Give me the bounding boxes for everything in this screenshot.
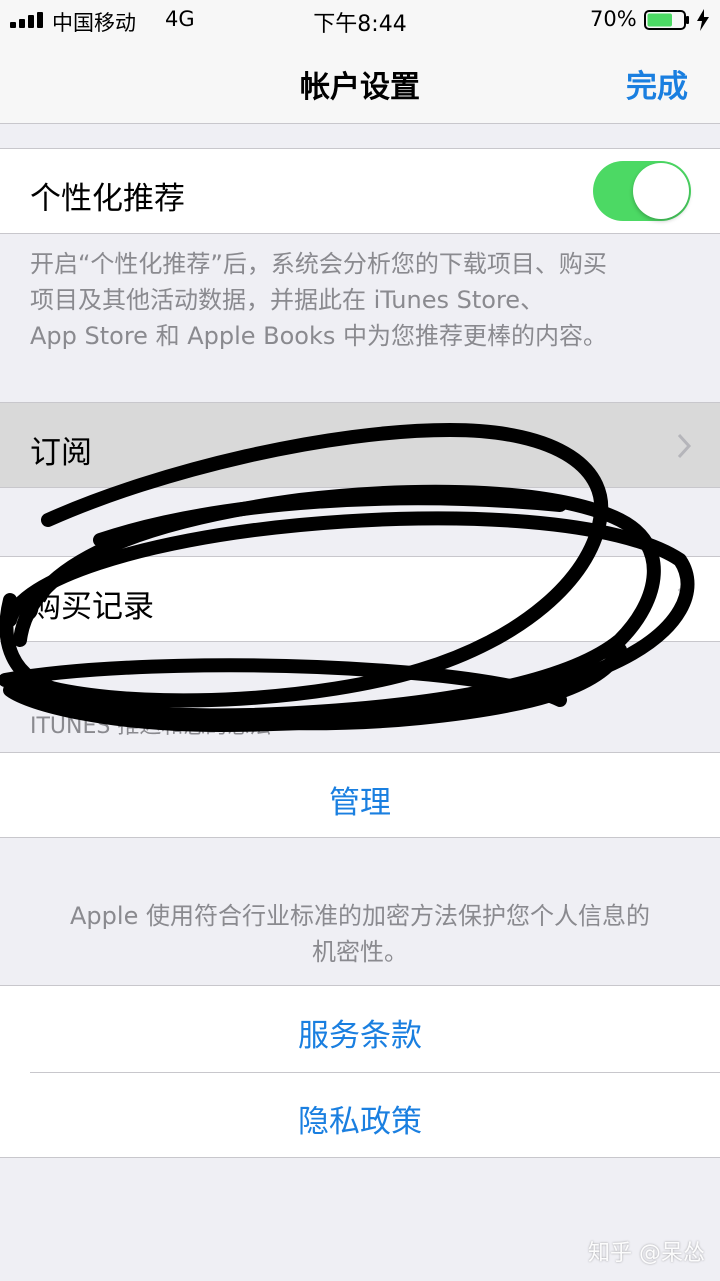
page-title: 帐户设置 xyxy=(300,70,420,105)
divider xyxy=(30,1072,720,1073)
toggle-knob xyxy=(633,163,689,219)
personalized-recommendations-toggle[interactable] xyxy=(593,161,691,221)
privacy-policy-link[interactable]: 隐私政策 xyxy=(0,1096,720,1141)
battery-percent: 70% xyxy=(590,7,637,31)
subscriptions-label: 订阅 xyxy=(30,435,92,471)
watermark: 知乎 @呆怂 xyxy=(588,1241,705,1266)
status-bar: 中国移动 4G 下午8:44 70% xyxy=(0,0,720,40)
navigation-bar: 帐户设置 完成 xyxy=(0,40,720,124)
manage-row[interactable]: 管理 xyxy=(0,752,720,838)
chevron-right-icon xyxy=(677,433,692,459)
note-line: 机密性。 xyxy=(312,938,408,966)
note-line: Apple 使用符合行业标准的加密方法保护您个人信息的 xyxy=(70,902,650,930)
personalized-footnote: 开启“个性化推荐”后，系统会分析您的下载项目、购买 项目及其他活动数据，并据此在… xyxy=(30,246,695,354)
chevron-right-icon xyxy=(677,587,692,613)
purchase-history-label: 购买记录 xyxy=(30,589,154,625)
done-button[interactable]: 完成 xyxy=(626,61,688,106)
personalized-recommendations-label: 个性化推荐 xyxy=(30,181,185,217)
footnote-line: App Store 和 Apple Books 中为您推荐更棒的内容。 xyxy=(30,322,608,350)
battery-icon xyxy=(644,10,689,30)
manage-button[interactable]: 管理 xyxy=(0,777,720,822)
personalized-recommendations-row: 个性化推荐 xyxy=(0,148,720,234)
purchase-history-row[interactable]: 购买记录 xyxy=(0,556,720,642)
subscriptions-row[interactable]: 订阅 xyxy=(0,402,720,488)
footnote-line: 项目及其他活动数据，并据此在 iTunes Store、 xyxy=(30,286,545,314)
itunes-section-header: ITUNES 推迟和您的想法 xyxy=(30,714,272,739)
legal-links-group: 服务条款 隐私政策 xyxy=(0,985,720,1158)
encryption-note: Apple 使用符合行业标准的加密方法保护您个人信息的 机密性。 xyxy=(20,898,700,970)
terms-of-service-link[interactable]: 服务条款 xyxy=(0,1010,720,1055)
footnote-line: 开启“个性化推荐”后，系统会分析您的下载项目、购买 xyxy=(30,250,607,278)
charging-bolt-icon xyxy=(697,9,709,31)
